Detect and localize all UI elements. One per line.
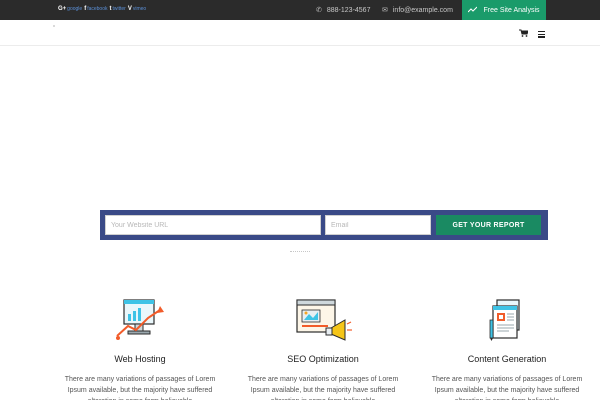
phone-number[interactable]: 888-123-4567 [327, 7, 371, 14]
slider-indicator[interactable] [290, 251, 310, 252]
logo[interactable] [53, 25, 55, 27]
google-plus-icon[interactable]: G+ [58, 4, 66, 15]
social-label-google[interactable]: google [67, 4, 82, 15]
megaphone-browser-icon [238, 296, 408, 342]
social-label-vimeo[interactable]: vimeo [133, 4, 146, 15]
main-nav [0, 20, 600, 46]
service-title: Content Generation [467, 354, 547, 364]
service-content-generation: Content Generation There are many variat… [422, 296, 592, 400]
facebook-icon[interactable]: f [84, 4, 86, 15]
shopping-cart-icon[interactable] [519, 29, 529, 39]
social-label-twitter[interactable]: twitter [112, 4, 125, 15]
service-title: SEO Optimization [287, 354, 359, 364]
service-title: Web Hosting [114, 354, 166, 364]
social-links: G+ google f facebook t twitter V vimeo [58, 4, 147, 15]
report-form: GET YOUR REPORT [100, 210, 548, 240]
phone-contact[interactable]: ✆ 888-123-4567 [316, 0, 370, 20]
phone-icon: ✆ [316, 7, 322, 14]
documents-pen-icon [422, 296, 592, 342]
service-description: There are many variations of passages of… [431, 376, 583, 400]
service-description: There are many variations of passages of… [64, 376, 216, 400]
email-contact[interactable]: ✉ info@example.com [382, 0, 453, 20]
service-seo-optimization: SEO Optimization There are many variatio… [238, 296, 408, 400]
service-web-hosting: Web Hosting There are many variations of… [55, 296, 225, 400]
service-description: There are many variations of passages of… [247, 376, 399, 400]
envelope-icon: ✉ [382, 7, 388, 14]
analytics-monitor-icon [55, 296, 225, 342]
email-address[interactable]: info@example.com [393, 7, 453, 14]
website-url-input[interactable] [105, 215, 321, 235]
email-input[interactable] [325, 215, 431, 235]
trend-chart-icon [468, 6, 478, 15]
free-site-analysis-label: Free Site Analysis [483, 6, 540, 14]
hamburger-menu-icon[interactable] [538, 31, 545, 38]
twitter-icon[interactable]: t [109, 4, 111, 15]
top-bar: G+ google f facebook t twitter V vimeo ✆… [0, 0, 600, 20]
free-site-analysis-button[interactable]: Free Site Analysis [462, 0, 546, 20]
get-your-report-button[interactable]: GET YOUR REPORT [436, 215, 541, 235]
social-label-facebook[interactable]: facebook [87, 4, 107, 15]
vimeo-icon[interactable]: V [128, 4, 132, 15]
